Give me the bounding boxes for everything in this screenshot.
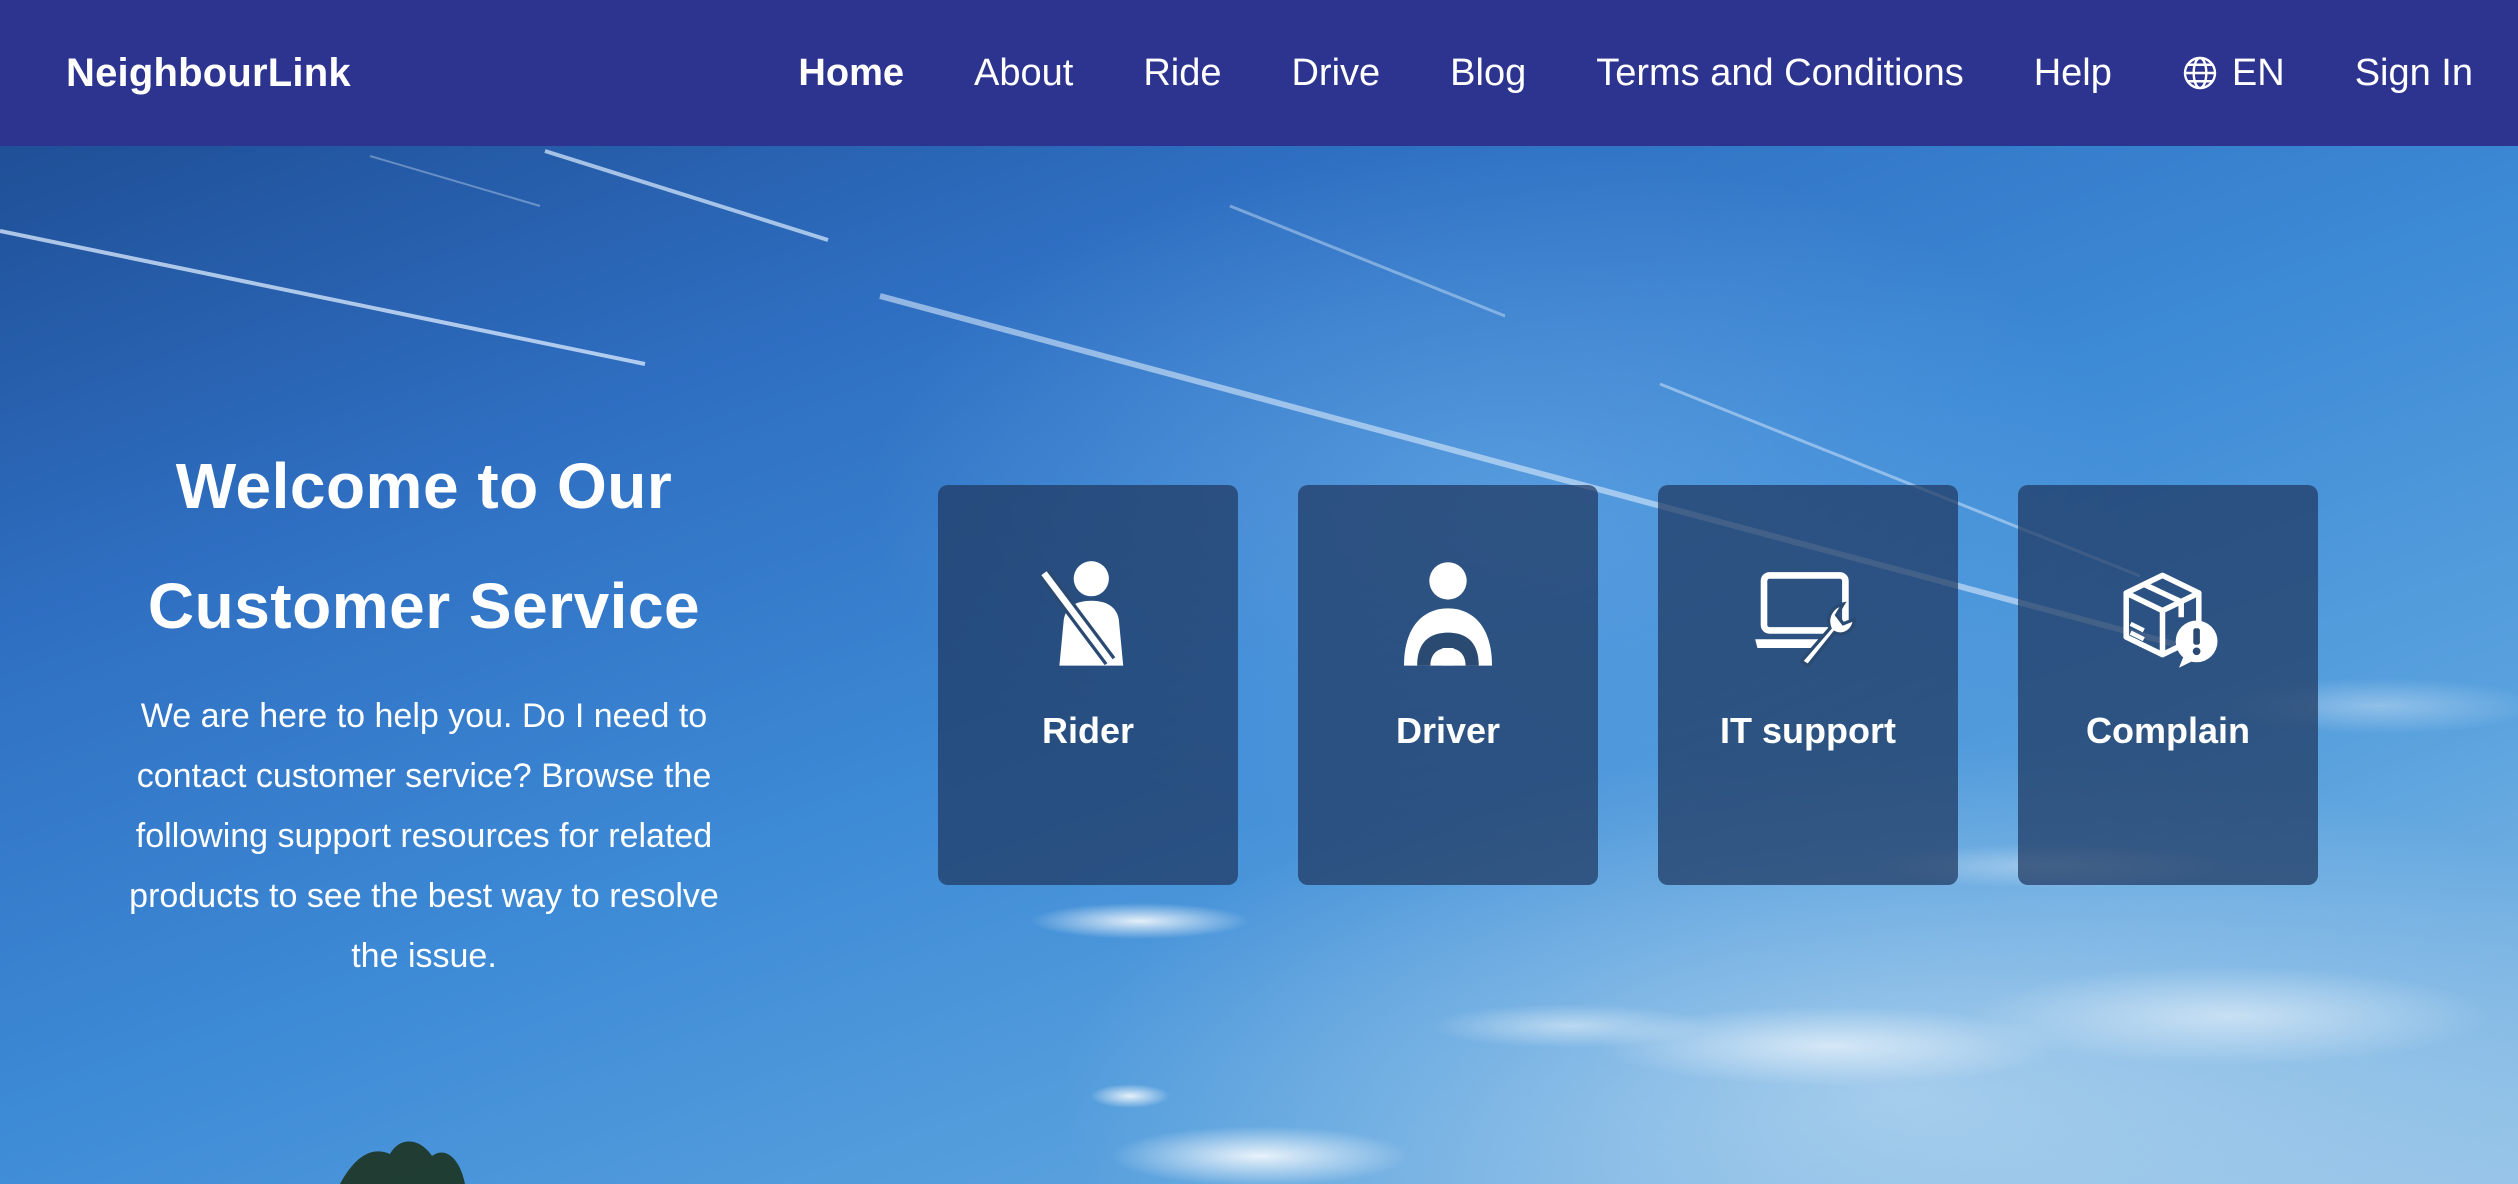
nav-item-help[interactable]: Help xyxy=(2034,52,2112,95)
laptop-wrench-icon xyxy=(1755,572,1856,668)
support-cards: Rider Driver IT support Complain xyxy=(938,485,2318,885)
rider-seatbelt-icon xyxy=(1038,561,1124,666)
hero-section: Welcome to Our Customer Service We are h… xyxy=(0,146,2518,1184)
card-rider-label: Rider xyxy=(1041,710,1135,751)
nav-item-terms[interactable]: Terms and Conditions xyxy=(1596,52,1964,95)
intro-block: Welcome to Our Customer Service We are h… xyxy=(124,426,724,986)
page-title-line-1: Welcome to Our xyxy=(175,450,673,522)
language-selector[interactable]: EN xyxy=(2182,52,2285,95)
nav-item-blog[interactable]: Blog xyxy=(1450,52,1526,95)
card-complain-label: Complain xyxy=(2085,710,2250,751)
nav-item-home[interactable]: Home xyxy=(798,52,904,95)
card-rider[interactable]: Rider xyxy=(938,485,1238,885)
card-driver-label: Driver xyxy=(1395,710,1501,751)
globe-icon xyxy=(2183,56,2217,90)
card-complain[interactable]: Complain xyxy=(2018,485,2318,885)
nav-item-ride[interactable]: Ride xyxy=(1143,52,1221,95)
card-it-support[interactable]: IT support xyxy=(1658,485,1958,885)
nav-links: Home About Ride Drive Blog Terms and Con… xyxy=(798,0,2473,146)
driver-steering-wheel-icon xyxy=(1404,562,1492,666)
page-title: Welcome to Our Customer Service xyxy=(124,426,724,666)
page-title-line-2: Customer Service xyxy=(147,570,701,642)
language-label: EN xyxy=(2231,51,2285,94)
package-alert-icon xyxy=(2123,572,2218,668)
brand-logo[interactable]: NeighbourLink xyxy=(66,0,351,146)
nav-item-about[interactable]: About xyxy=(974,52,1073,95)
intro-description: We are here to help you. Do I need to co… xyxy=(129,697,719,975)
card-it-support-label: IT support xyxy=(1720,710,1896,751)
sign-in-link[interactable]: Sign In xyxy=(2355,52,2473,95)
top-navbar: NeighbourLink Home About Ride Drive Blog… xyxy=(0,0,2518,146)
nav-item-drive[interactable]: Drive xyxy=(1291,52,1380,95)
card-driver[interactable]: Driver xyxy=(1298,485,1598,885)
